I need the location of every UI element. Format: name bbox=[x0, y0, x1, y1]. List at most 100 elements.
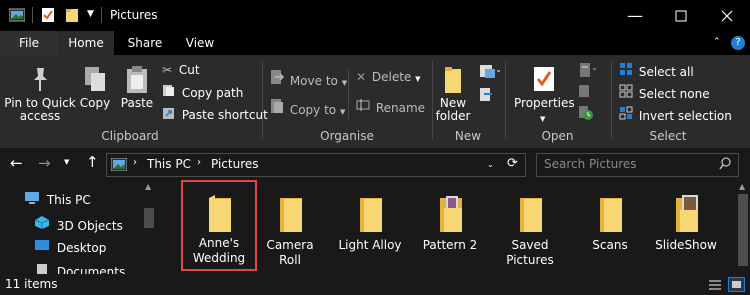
cut-label: Cut bbox=[178, 63, 200, 77]
tab-file[interactable]: File bbox=[0, 31, 58, 55]
large-icons-view-icon[interactable] bbox=[728, 277, 745, 292]
ribbon-collapse-icon[interactable]: ⌃ bbox=[713, 37, 721, 47]
window-title: Pictures bbox=[110, 8, 158, 22]
new-folder-qat-icon[interactable] bbox=[65, 7, 79, 26]
paste-label: Paste bbox=[120, 96, 154, 110]
select-all-button[interactable]: Select all bbox=[619, 62, 694, 80]
copy-path-button[interactable]: Copy path bbox=[162, 84, 243, 101]
file-name: Anne's Wedding bbox=[192, 236, 246, 265]
tab-view[interactable]: View bbox=[175, 31, 225, 55]
edit-icon[interactable] bbox=[578, 84, 592, 101]
rename-button[interactable]: Rename bbox=[356, 98, 425, 116]
file-item[interactable]: Camera Roll bbox=[252, 182, 328, 273]
nav-item-3d-objects[interactable]: 3D Objects bbox=[34, 215, 123, 233]
qat-dropdown-icon[interactable]: ▼ bbox=[87, 9, 94, 19]
cut-button[interactable]: ✂ Cut bbox=[162, 62, 200, 78]
scroll-up-icon[interactable]: ▲ bbox=[739, 182, 745, 191]
up-arrow-icon[interactable]: ↑ bbox=[86, 153, 99, 171]
history-icon[interactable] bbox=[578, 105, 594, 124]
nav-item-desktop[interactable]: Desktop bbox=[34, 239, 106, 255]
select-all-label: Select all bbox=[638, 65, 694, 79]
open-group-label: Open bbox=[541, 129, 574, 143]
select-all-icon bbox=[619, 63, 633, 79]
open-icon[interactable] bbox=[578, 62, 598, 81]
search-input[interactable]: Search Pictures bbox=[544, 157, 637, 171]
select-none-icon bbox=[619, 84, 633, 101]
move-to-button[interactable]: Move to ▼ bbox=[270, 69, 347, 91]
properties-button[interactable]: Properties ▼ bbox=[514, 61, 575, 125]
title-bar: ▼ Pictures — bbox=[0, 0, 750, 31]
close-button[interactable] bbox=[704, 0, 750, 31]
search-box[interactable]: Search Pictures bbox=[536, 153, 739, 177]
rename-label: Rename bbox=[375, 101, 426, 115]
breadcrumb-pictures[interactable]: Pictures bbox=[211, 157, 259, 171]
scrollbar-thumb[interactable] bbox=[738, 194, 748, 266]
file-name: Camera Roll bbox=[266, 238, 314, 267]
file-item[interactable]: Pattern 2 bbox=[412, 182, 488, 273]
tab-share[interactable]: Share bbox=[120, 31, 170, 55]
scissors-icon: ✂ bbox=[162, 63, 173, 77]
new-folder-button[interactable]: New folder bbox=[434, 61, 472, 125]
documents-icon bbox=[34, 264, 50, 274]
nav-label: Documents bbox=[56, 265, 126, 274]
copy-path-label: Copy path bbox=[181, 86, 244, 100]
select-none-label: Select none bbox=[638, 87, 710, 101]
tab-home[interactable]: Home bbox=[58, 31, 114, 55]
paste-button[interactable]: Paste bbox=[118, 61, 156, 125]
back-arrow-icon[interactable]: ← bbox=[10, 154, 23, 172]
copy-to-icon bbox=[270, 99, 284, 117]
properties-qat-icon[interactable] bbox=[41, 7, 55, 26]
details-view-icon[interactable] bbox=[708, 279, 722, 294]
window-icon[interactable] bbox=[8, 8, 26, 25]
move-to-icon bbox=[270, 70, 285, 88]
minimize-button[interactable]: — bbox=[612, 0, 658, 31]
scroll-up-icon[interactable]: ▲ bbox=[145, 182, 151, 191]
new-item-icon[interactable] bbox=[478, 63, 500, 82]
select-none-button[interactable]: Select none bbox=[619, 84, 710, 102]
file-item[interactable]: Scans bbox=[572, 182, 648, 273]
pin-to-quick-access-button[interactable]: Pin to Quick access bbox=[4, 61, 76, 125]
breadcrumb-this-pc[interactable]: This PC bbox=[147, 157, 191, 171]
recent-locations-icon[interactable]: ▼ bbox=[64, 158, 69, 166]
ribbon: Pin to Quick access Copy Paste ✂ Cut Cop… bbox=[0, 55, 750, 148]
nav-item-this-pc[interactable]: This PC bbox=[24, 191, 91, 207]
cube-icon bbox=[34, 216, 50, 233]
refresh-icon[interactable]: ⟳ bbox=[507, 156, 518, 171]
properties-dropdown-icon: ▼ bbox=[540, 115, 546, 123]
ribbon-tabs: File Home Share View ⌃ ? bbox=[0, 31, 750, 55]
address-bar[interactable]: › This PC › Pictures ⌄ ⟳ bbox=[106, 153, 526, 177]
help-icon[interactable]: ? bbox=[731, 36, 745, 50]
breadcrumb-separator-icon[interactable]: › bbox=[197, 157, 201, 168]
file-item[interactable]: Light Alloy bbox=[332, 182, 408, 273]
paste-shortcut-label: Paste shortcut bbox=[181, 108, 268, 122]
pictures-location-icon bbox=[110, 157, 128, 174]
nav-scrollbar[interactable]: ▲ bbox=[141, 180, 157, 274]
copy-button[interactable]: Copy bbox=[78, 61, 112, 125]
nav-label: 3D Objects bbox=[56, 219, 123, 233]
scrollbar-thumb[interactable] bbox=[144, 208, 154, 228]
paste-shortcut-button[interactable]: Paste shortcut bbox=[162, 106, 268, 123]
breadcrumb-separator-icon[interactable]: › bbox=[133, 157, 137, 168]
select-group-label: Select bbox=[649, 129, 687, 143]
search-icon[interactable] bbox=[719, 157, 732, 173]
invert-selection-icon bbox=[619, 106, 633, 123]
content-scrollbar[interactable]: ▲ bbox=[736, 180, 750, 274]
invert-selection-button[interactable]: Invert selection bbox=[619, 106, 732, 124]
file-item[interactable]: SlideShow bbox=[648, 182, 724, 273]
new-folder-label: New folder bbox=[435, 96, 471, 123]
file-item[interactable]: Anne's Wedding bbox=[181, 180, 257, 271]
folder-icon bbox=[520, 198, 542, 232]
copy-to-button[interactable]: Copy to ▼ bbox=[270, 98, 345, 120]
easy-access-icon[interactable] bbox=[478, 87, 500, 106]
clipboard-group-label: Clipboard bbox=[101, 129, 159, 143]
properties-icon bbox=[534, 67, 554, 91]
forward-arrow-icon[interactable]: → bbox=[38, 154, 51, 172]
address-dropdown-icon[interactable]: ⌄ bbox=[487, 160, 494, 169]
delete-button[interactable]: ✕ Delete ▼ bbox=[356, 69, 421, 87]
move-to-label: Move to bbox=[289, 74, 338, 88]
file-item[interactable]: Saved Pictures bbox=[492, 182, 568, 273]
maximize-button[interactable] bbox=[658, 0, 704, 31]
nav-item-documents[interactable]: Documents bbox=[34, 263, 125, 274]
folder-icon bbox=[360, 198, 382, 232]
file-name: Scans bbox=[592, 238, 628, 252]
